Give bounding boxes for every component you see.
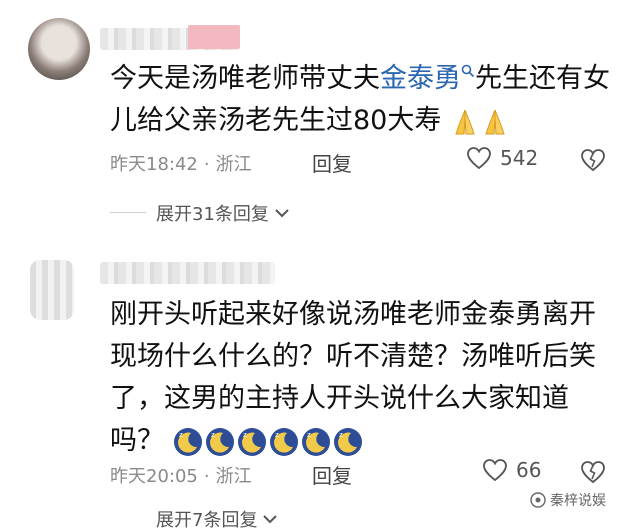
comment-location: 浙江	[215, 154, 252, 175]
comment-text: 今天是汤唯老师带丈夫金泰勇 先生还有女 儿给父亲汤老先生过80大寿	[110, 58, 630, 142]
username-badge-blurred	[188, 25, 240, 49]
watermark-logo-icon	[530, 492, 546, 508]
expand-replies-label: 展开7条回复	[156, 510, 258, 531]
like-button[interactable]: 66	[482, 458, 541, 482]
sleeping-moon-icon: z	[301, 427, 330, 456]
heart-icon	[483, 459, 507, 482]
comment-text-line: 刚开头听起来好像说汤唯老师金泰勇离开	[110, 299, 596, 330]
svg-text:z: z	[179, 431, 183, 439]
watermark: 秦梓说娱	[530, 490, 606, 510]
expand-replies-button[interactable]: 展开31条回复	[156, 200, 291, 226]
expand-replies-button[interactable]: 展开7条回复	[156, 506, 279, 532]
sleeping-moon-icon: z	[173, 427, 202, 456]
divider	[110, 212, 146, 213]
svg-text:z: z	[275, 431, 279, 439]
comment-time: 昨天18:42	[110, 154, 198, 175]
heart-icon	[467, 147, 491, 170]
svg-text:z: z	[307, 431, 311, 439]
like-count: 66	[516, 458, 542, 482]
comment-text-line: 了，这男的主持人开头说什么大家知道	[110, 383, 569, 414]
comment-text-part: 今天是汤唯老师带丈夫	[110, 63, 380, 94]
broken-heart-icon[interactable]	[580, 148, 606, 172]
comment-meta: 昨天18:42 · 浙江	[110, 154, 252, 175]
comment-text-part: 先生还有女	[475, 63, 610, 94]
like-button[interactable]: 542	[466, 146, 538, 170]
sleeping-moon-icon: z	[269, 427, 298, 456]
comment-text-part: 儿给父亲汤老先生过80大寿	[110, 105, 442, 136]
folded-hands-icon	[455, 109, 475, 134]
svg-text:z: z	[243, 431, 247, 439]
mention-link[interactable]: 金泰勇	[380, 63, 461, 94]
comment-meta: 昨天20:05 · 浙江	[110, 466, 252, 487]
folded-hands-icon	[485, 109, 505, 134]
comment-text-part: 吗？	[110, 425, 164, 456]
like-count: 542	[500, 146, 539, 170]
sleeping-moon-icon: z	[333, 427, 362, 456]
comment-time: 昨天20:05	[110, 466, 198, 487]
sleeping-moon-icon: z	[205, 427, 234, 456]
reply-button[interactable]: 回复	[312, 148, 352, 177]
watermark-text: 秦梓说娱	[550, 493, 606, 509]
broken-heart-icon[interactable]	[580, 460, 606, 484]
avatar[interactable]	[30, 260, 74, 320]
avatar[interactable]	[28, 18, 90, 80]
svg-text:z: z	[211, 431, 215, 439]
chevron-down-icon	[275, 209, 289, 218]
username-blurred[interactable]	[100, 262, 275, 284]
comment-text-line: 吗？ z z z z z z	[110, 420, 630, 462]
search-icon[interactable]	[461, 64, 475, 78]
sleeping-moon-icon: z	[237, 427, 266, 456]
comment-location: 浙江	[215, 466, 252, 487]
reply-button[interactable]: 回复	[312, 460, 352, 489]
expand-replies-label: 展开31条回复	[156, 204, 269, 225]
chevron-down-icon	[263, 515, 278, 524]
comment-text-line: 现场什么什么的？听不清楚？汤唯听后笑	[110, 341, 596, 372]
svg-text:z: z	[339, 431, 343, 439]
comment-text: 刚开头听起来好像说汤唯老师金泰勇离开 现场什么什么的？听不清楚？汤唯听后笑 了，…	[110, 294, 630, 462]
